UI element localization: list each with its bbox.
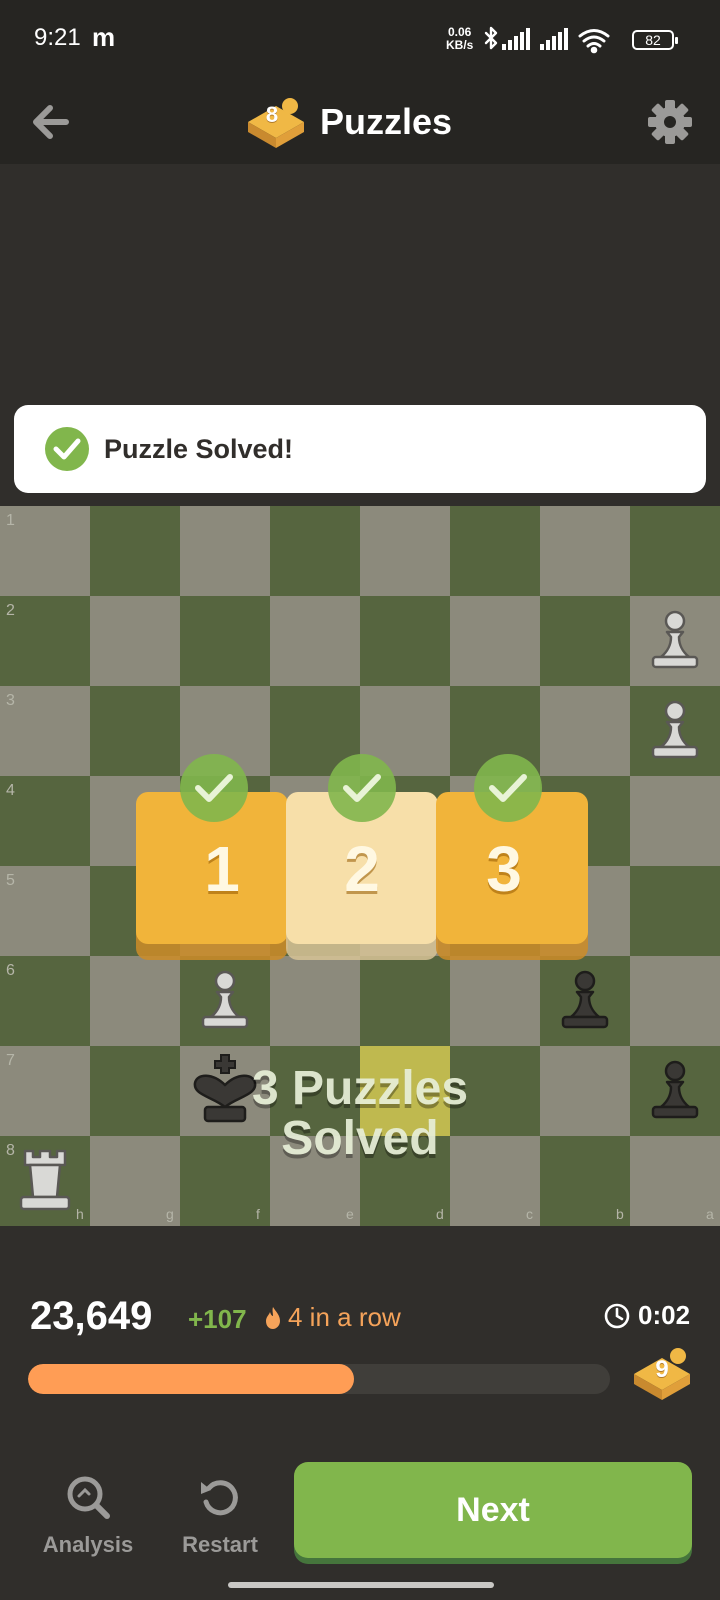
white-pawn-piece[interactable] xyxy=(635,691,715,771)
overlay-line-2: Solved xyxy=(281,1112,439,1165)
timer-value: 0:02 xyxy=(638,1300,691,1330)
status-app-glyph: m xyxy=(92,22,116,52)
board-square-g7[interactable] xyxy=(90,1046,180,1136)
streak-badge-number: 2 xyxy=(344,833,380,905)
rank-label: 4 xyxy=(6,782,15,799)
streak-badges: 1 2 3 xyxy=(136,752,592,972)
check-circle-icon xyxy=(180,754,248,822)
white-rook-piece[interactable] xyxy=(5,1141,85,1221)
puzzles-solved-overlay: 3 Puzzles Solved xyxy=(230,1064,490,1164)
board-square-b7[interactable] xyxy=(540,1046,630,1136)
streak-indicator: 4 in a row xyxy=(264,1302,401,1333)
status-bar: 9:21 m 0.06 KB/s 82 xyxy=(0,0,720,80)
signal-icon xyxy=(540,28,568,50)
magnifier-icon xyxy=(67,1476,110,1519)
puzzle-count-badge: 8 xyxy=(244,92,308,152)
status-icons xyxy=(484,26,610,54)
page-title: Puzzles xyxy=(320,101,453,142)
rank-label: 6 xyxy=(6,962,15,979)
board-square-g1[interactable] xyxy=(90,506,180,596)
arrow-left-icon xyxy=(33,105,69,139)
file-label: b xyxy=(616,1206,624,1222)
battery-indicator: 82 xyxy=(632,30,678,50)
progress-bar xyxy=(28,1364,610,1394)
back-button[interactable] xyxy=(26,96,78,148)
restart-label: Restart xyxy=(182,1532,258,1557)
next-badge-number: 9 xyxy=(655,1356,669,1383)
network-speed: 0.06 KB/s xyxy=(446,26,473,52)
board-square-b2[interactable] xyxy=(540,596,630,686)
restart-icon xyxy=(201,1480,238,1516)
board-square-c2[interactable] xyxy=(450,596,540,686)
file-label: c xyxy=(526,1206,533,1222)
board-square-a1[interactable] xyxy=(630,506,720,596)
puzzle-rating: 23,649 xyxy=(30,1294,153,1338)
rank-label: 7 xyxy=(6,1052,15,1069)
board-square-g2[interactable] xyxy=(90,596,180,686)
file-label: a xyxy=(706,1206,714,1222)
progress-fill xyxy=(28,1364,354,1394)
file-label: f xyxy=(256,1206,260,1222)
streak-badge-number: 1 xyxy=(204,833,240,905)
home-indicator[interactable] xyxy=(228,1582,494,1588)
white-pawn-piece[interactable] xyxy=(185,961,265,1041)
network-speed-unit: KB/s xyxy=(446,38,474,52)
signal-icon xyxy=(502,28,530,50)
flame-icon xyxy=(266,1306,280,1329)
timer: 0:02 xyxy=(604,1300,690,1331)
white-pawn-piece[interactable] xyxy=(635,601,715,681)
header-title-group: 8 Puzzles xyxy=(244,84,452,160)
rank-label: 5 xyxy=(6,872,15,889)
gear-icon xyxy=(648,100,692,144)
board-square-c1[interactable] xyxy=(450,506,540,596)
check-circle-icon xyxy=(474,754,542,822)
black-pawn-piece[interactable] xyxy=(635,1051,715,1131)
next-puzzle-badge: 9 xyxy=(630,1344,694,1410)
streak-text: 4 in a row xyxy=(288,1302,401,1332)
restart-button[interactable]: Restart xyxy=(170,1474,270,1574)
stats-panel: 23,649 +107 4 in a row 0:02 9 Analysis R… xyxy=(0,1226,720,1600)
analysis-label: Analysis xyxy=(42,1532,134,1557)
board-square-a6[interactable] xyxy=(630,956,720,1046)
rank-label: 1 xyxy=(6,512,15,529)
bluetooth-icon xyxy=(484,26,498,50)
board-square-e2[interactable] xyxy=(270,596,360,686)
check-circle-icon xyxy=(45,427,89,471)
puzzle-count-number: 8 xyxy=(265,102,279,127)
streak-badge-number: 3 xyxy=(486,833,522,905)
analysis-button[interactable]: Analysis xyxy=(38,1474,138,1574)
file-label: d xyxy=(436,1206,444,1222)
top-app-bar: 8 Puzzles xyxy=(0,80,720,164)
board-square-e1[interactable] xyxy=(270,506,360,596)
puzzle-solved-toast: Puzzle Solved! xyxy=(14,405,706,493)
black-pawn-piece[interactable] xyxy=(545,961,625,1041)
check-circle-icon xyxy=(328,754,396,822)
network-speed-value: 0.06 xyxy=(447,25,472,39)
file-label: g xyxy=(166,1206,174,1222)
board-square-d1[interactable] xyxy=(360,506,450,596)
toast-message: Puzzle Solved! xyxy=(104,433,294,464)
next-label: Next xyxy=(456,1490,530,1529)
wifi-icon xyxy=(578,29,610,54)
board-square-b1[interactable] xyxy=(540,506,630,596)
overlay-line-1: 3 Puzzles xyxy=(251,1062,469,1115)
board-square-a5[interactable] xyxy=(630,866,720,956)
next-button[interactable]: Next xyxy=(294,1462,692,1558)
settings-button[interactable] xyxy=(646,94,694,150)
board-square-f2[interactable] xyxy=(180,596,270,686)
board-square-f1[interactable] xyxy=(180,506,270,596)
rank-label: 2 xyxy=(6,602,15,619)
clock-icon xyxy=(604,1303,630,1328)
rating-delta: +107 xyxy=(188,1304,247,1334)
file-label: e xyxy=(346,1206,354,1222)
board-square-d2[interactable] xyxy=(360,596,450,686)
rank-label: 3 xyxy=(6,692,15,709)
status-time: 9:21 xyxy=(34,24,81,51)
board-square-a4[interactable] xyxy=(630,776,720,866)
